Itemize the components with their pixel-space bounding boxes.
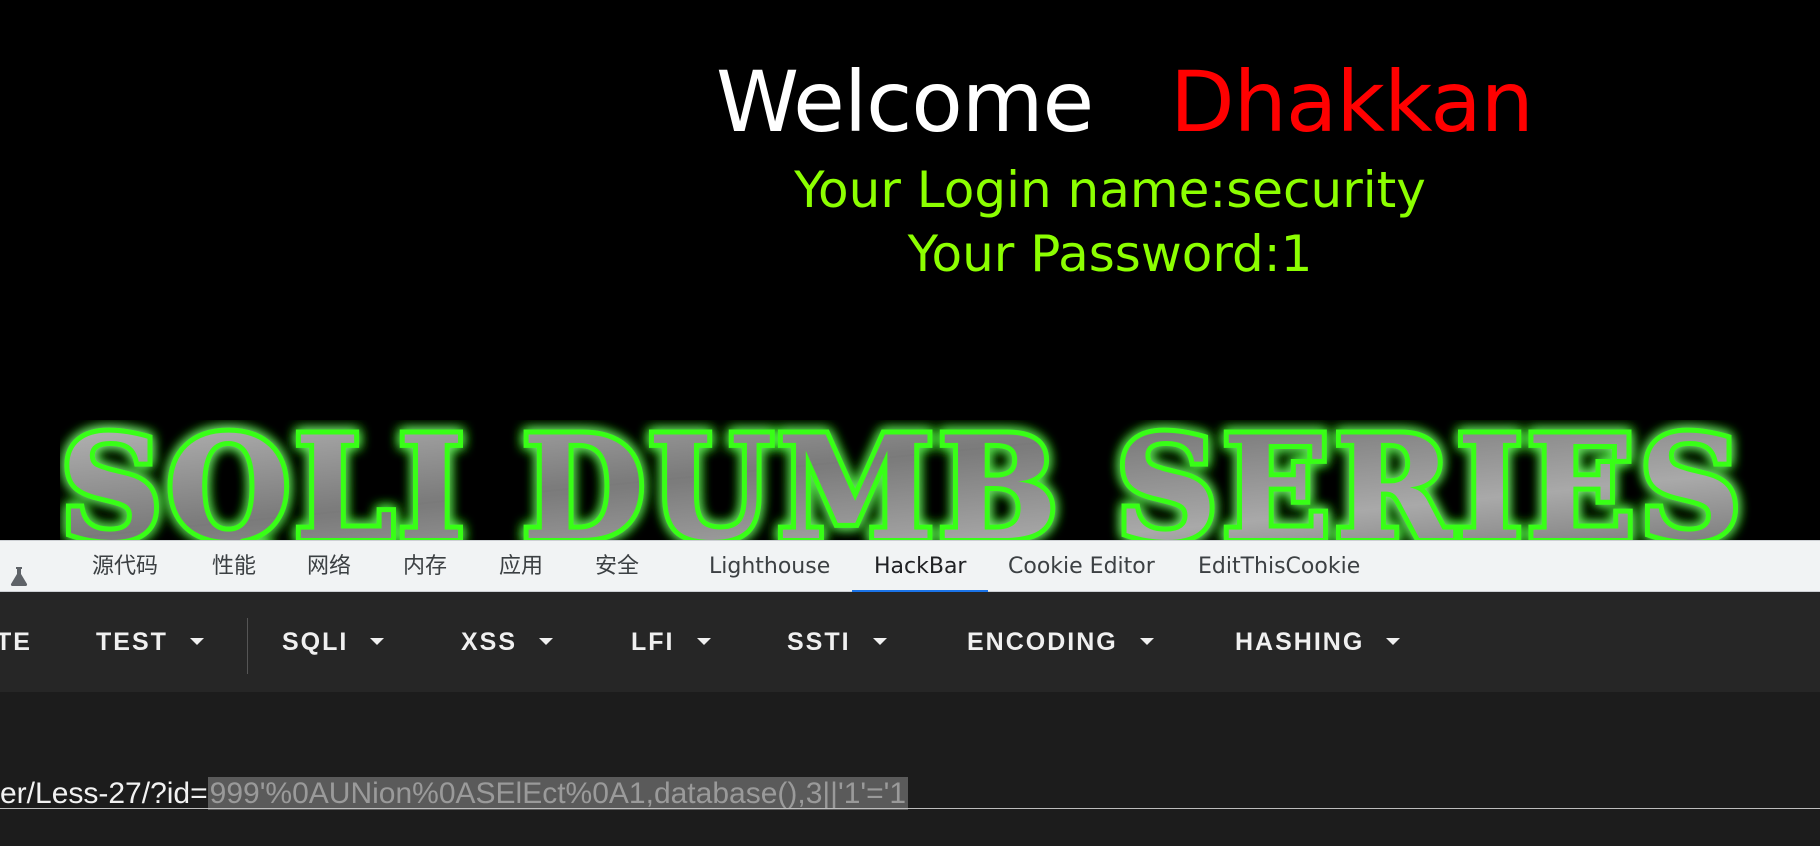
tab-hackbar[interactable]: HackBar <box>851 541 990 593</box>
devtools-tab-bar: 源代码 性能 网络 内存 应用 安全 Lighthouse HackBar Co… <box>0 540 1820 593</box>
tab-lighthouse[interactable]: Lighthouse <box>709 541 830 593</box>
caret-down-icon <box>539 637 554 645</box>
devtools-panel: 源代码 性能 网络 内存 应用 安全 Lighthouse HackBar Co… <box>0 540 1820 846</box>
tab-application[interactable]: 应用 <box>499 541 543 593</box>
flask-icon[interactable] <box>8 555 30 586</box>
tab-memory[interactable]: 内存 <box>403 541 447 593</box>
menu-test[interactable]: TEST <box>96 592 204 692</box>
menu-lfi-label: LFI <box>631 628 675 656</box>
welcome-row: Welcome Dhakkan <box>0 52 1820 152</box>
login-name-line: Your Login name:security <box>794 161 1426 219</box>
hackbar-body: er/Less-27/?id=999'%0AUNion%0ASElEct%0A1… <box>0 692 1820 846</box>
caret-down-icon <box>1139 637 1154 645</box>
menu-sqli[interactable]: SQLI <box>282 592 385 692</box>
menu-ssti-label: SSTI <box>787 628 851 656</box>
menu-lfi[interactable]: LFI <box>631 592 711 692</box>
tab-sources[interactable]: 源代码 <box>92 541 158 593</box>
caret-down-icon <box>370 637 385 645</box>
web-page: Welcome Dhakkan Your Login name:security… <box>0 0 1820 540</box>
menu-te[interactable]: TE <box>0 592 32 692</box>
caret-down-icon <box>696 637 711 645</box>
url-selected-payload: 999'%0AUNion%0ASElEct%0A1,database(),3||… <box>207 777 909 810</box>
url-input-underline <box>0 808 1820 809</box>
tab-performance[interactable]: 性能 <box>212 541 256 593</box>
toolbar-divider <box>247 618 248 674</box>
menu-xss-label: XSS <box>461 628 518 656</box>
menu-hashing-label: HASHING <box>1235 628 1365 656</box>
menu-xss[interactable]: XSS <box>461 592 554 692</box>
user-name-text: Dhakkan <box>1170 53 1534 151</box>
welcome-text: Welcome <box>716 53 1094 151</box>
menu-hashing[interactable]: HASHING <box>1235 592 1401 692</box>
caret-down-icon <box>1386 637 1401 645</box>
password-line: Your Password:1 <box>907 225 1313 283</box>
menu-test-label: TEST <box>96 628 168 656</box>
hackbar-toolbar: TE TEST SQLI XSS LFI SSTI ENCODING HASHI… <box>0 592 1820 692</box>
tab-security[interactable]: 安全 <box>595 541 639 593</box>
sqli-dumb-series-banner: SQLI DUMB SERIES <box>55 401 1820 540</box>
url-input[interactable]: er/Less-27/?id=999'%0AUNion%0ASElEct%0A1… <box>0 766 909 822</box>
tab-editthiscookie[interactable]: EditThisCookie <box>1198 541 1360 593</box>
menu-encoding-label: ENCODING <box>967 628 1118 656</box>
url-prefix: er/Less-27/?id= <box>0 777 208 810</box>
tab-cookie-editor[interactable]: Cookie Editor <box>1008 541 1155 593</box>
menu-ssti[interactable]: SSTI <box>787 592 887 692</box>
menu-encoding[interactable]: ENCODING <box>967 592 1154 692</box>
caret-down-icon <box>189 637 204 645</box>
caret-down-icon <box>872 637 887 645</box>
tab-network[interactable]: 网络 <box>307 541 351 593</box>
banner-text: SQLI DUMB SERIES <box>60 420 1746 540</box>
menu-sqli-label: SQLI <box>282 628 349 656</box>
